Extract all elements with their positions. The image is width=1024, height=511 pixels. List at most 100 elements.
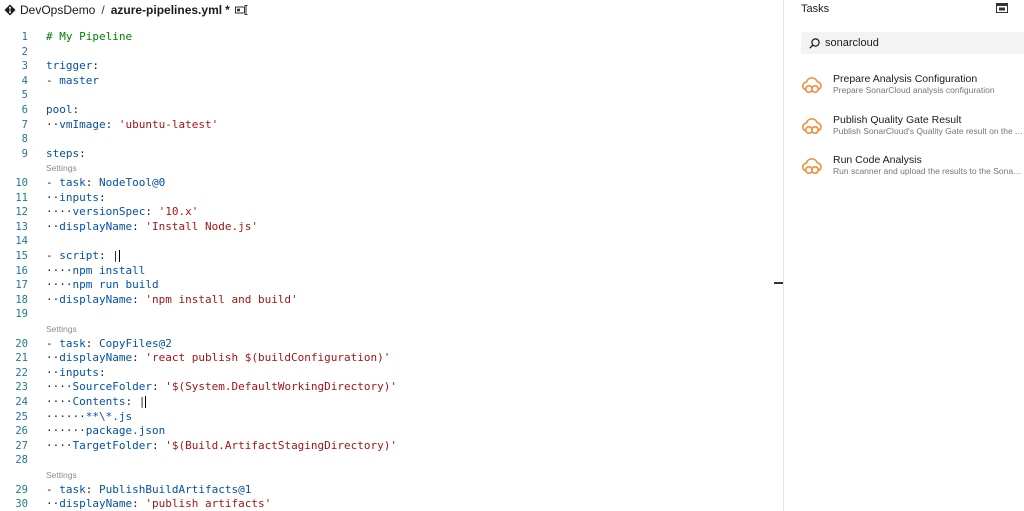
token-plain: :	[72, 103, 80, 116]
token-ws: ····	[46, 380, 73, 394]
code-line[interactable]: 2	[0, 45, 783, 60]
line-number: 24	[15, 396, 28, 408]
repo-icon	[4, 4, 16, 16]
token-ws: ····	[46, 278, 73, 292]
code-line[interactable]: 11 ··inputs:	[0, 191, 783, 206]
line-text: - task: PublishBuildArtifacts@1	[46, 483, 251, 498]
token-str: '10.x'	[158, 205, 199, 219]
token-plain: -	[46, 482, 60, 496]
sonarcloud-icon	[802, 158, 822, 174]
line-text: ····SourceFolder: '$(System.DefaultWorki…	[46, 380, 397, 395]
code-line[interactable]: 23 ····SourceFolder: '$(System.DefaultWor…	[0, 380, 783, 395]
code-line[interactable]: 5	[0, 88, 783, 103]
token-val: PublishBuildArtifacts@1	[99, 482, 252, 496]
task-item[interactable]: Publish Quality Gate Result Publish Sonar…	[801, 113, 1024, 143]
line-number: 30	[15, 498, 28, 511]
task-search-input[interactable]	[825, 37, 1015, 49]
line-text: ····npm run build	[46, 278, 159, 293]
token-plain: -	[46, 249, 60, 262]
code-line[interactable]: 4 - master	[0, 74, 783, 89]
line-text: ····TargetFolder: '$(Build.ArtifactStagi…	[46, 439, 397, 454]
token-plain: :	[85, 482, 99, 496]
line-number: 17	[15, 279, 28, 292]
search-icon	[809, 37, 820, 49]
code-line[interactable]: 28	[0, 453, 783, 468]
line-text: - task: CopyFiles@2	[46, 337, 172, 352]
token-ws: ····	[46, 395, 73, 408]
token-plain: :	[132, 497, 146, 511]
line-number: 26	[15, 425, 28, 438]
token-str: 'publish artifacts'	[145, 497, 272, 511]
token-ws: ··	[46, 292, 60, 306]
code-line[interactable]: 7 ··vmImage: 'ubuntu-latest'	[0, 118, 783, 133]
code-line[interactable]: 24 ····Contents: |	[0, 395, 783, 410]
task-item[interactable]: Prepare Analysis Configuration Prepare So…	[801, 72, 1024, 102]
code-line[interactable]: 15 - script: |	[0, 249, 783, 264]
code-line[interactable]: 25 ······**\*.js	[0, 410, 783, 425]
line-text: ····Contents: |	[46, 395, 147, 410]
code-line[interactable]: 26 ······package.json	[0, 424, 783, 439]
token-ws: ··	[46, 190, 60, 204]
token-plain: :	[151, 438, 166, 452]
token-plain: :	[79, 146, 86, 160]
code-line[interactable]: 3 trigger:	[0, 59, 783, 74]
line-number: 14	[15, 235, 28, 248]
token-str: 'react publish $(buildConfiguration)'	[145, 351, 391, 365]
token-plain: :	[85, 176, 99, 189]
rename-icon[interactable]	[234, 5, 249, 15]
token-key: displayName	[59, 292, 133, 306]
code-line[interactable]: 13 ··displayName: 'Install Node.js'	[0, 220, 783, 235]
codelens-settings-link[interactable]: Settings	[0, 161, 783, 176]
code-line[interactable]: 27 ····TargetFolder: '$(Build.ArtifactSta…	[0, 439, 783, 454]
project-name[interactable]: DevOpsDemo	[20, 3, 95, 17]
code-line[interactable]: 12 ····versionSpec: '10.x'	[0, 205, 783, 220]
task-search-box[interactable]	[801, 32, 1024, 54]
code-line[interactable]: 29 - task: PublishBuildArtifacts@1	[0, 483, 783, 498]
code-line[interactable]: 6 pool:	[0, 103, 783, 118]
token-plain: :	[151, 380, 166, 394]
code-line[interactable]: 30 ··displayName: 'publish artifacts'	[0, 497, 783, 511]
code-line[interactable]: 1 # My Pipeline	[0, 30, 783, 45]
code-editor[interactable]: 1 # My Pipeline 2 3 trigger: 4- master 5 6 pool:…	[0, 30, 783, 511]
codelens-settings-link[interactable]: Settings	[0, 468, 783, 483]
code-line[interactable]: 18 ··displayName: 'npm install and build'	[0, 293, 783, 308]
code-line[interactable]: 21 ··displayName: 'react publish $(buildC…	[0, 351, 783, 366]
code-line[interactable]: 14	[0, 234, 783, 249]
token-key: trigger	[46, 59, 93, 73]
line-text: ······package.json	[46, 424, 165, 439]
token-str: '$(System.DefaultWorkingDirectory)'	[165, 380, 398, 394]
codelens-label[interactable]: Settings	[46, 322, 77, 337]
code-line[interactable]: 22 ··inputs:	[0, 366, 783, 381]
line-number: 1	[21, 31, 28, 43]
code-line[interactable]: 16 ····npm install	[0, 264, 783, 279]
file-name[interactable]: azure-pipelines.yml	[111, 3, 222, 17]
codelens-settings-link[interactable]: Settings	[0, 322, 783, 337]
line-number: 10	[15, 177, 28, 189]
token-str: 'Install Node.js'	[145, 219, 258, 233]
code-line[interactable]: 10 - task: NodeTool@0	[0, 176, 783, 191]
collapse-panel-icon[interactable]	[996, 3, 1008, 13]
token-key: displayName	[59, 351, 133, 365]
code-line[interactable]: 17 ····npm run build	[0, 278, 783, 293]
code-line[interactable]: 20 - task: CopyFiles@2	[0, 337, 783, 352]
code-line[interactable]: 19	[0, 307, 783, 322]
token-val: npm install	[72, 263, 146, 277]
token-val: master	[59, 73, 99, 87]
text-cursor	[118, 250, 120, 262]
task-item[interactable]: Run Code Analysis Run scanner and upload …	[801, 153, 1024, 183]
codelens-label[interactable]: Settings	[46, 468, 77, 483]
token-key: TargetFolder	[72, 438, 152, 452]
code-line[interactable]: 8	[0, 132, 783, 147]
codelens-label[interactable]: Settings	[46, 161, 77, 176]
task-description: Prepare SonarCloud analysis configuratio…	[833, 85, 995, 95]
token-plain: :	[132, 219, 146, 233]
line-text: ··inputs:	[46, 191, 106, 206]
line-number: 11	[15, 191, 28, 204]
token-plain: :	[105, 117, 119, 131]
editor-scrollbar[interactable]	[773, 30, 783, 511]
code-line[interactable]: 9 steps:	[0, 147, 783, 162]
line-number: 21	[15, 352, 28, 365]
line-text: - script: |	[46, 249, 120, 264]
token-str: 'npm install and build'	[145, 292, 298, 306]
line-text: - master	[46, 74, 99, 89]
